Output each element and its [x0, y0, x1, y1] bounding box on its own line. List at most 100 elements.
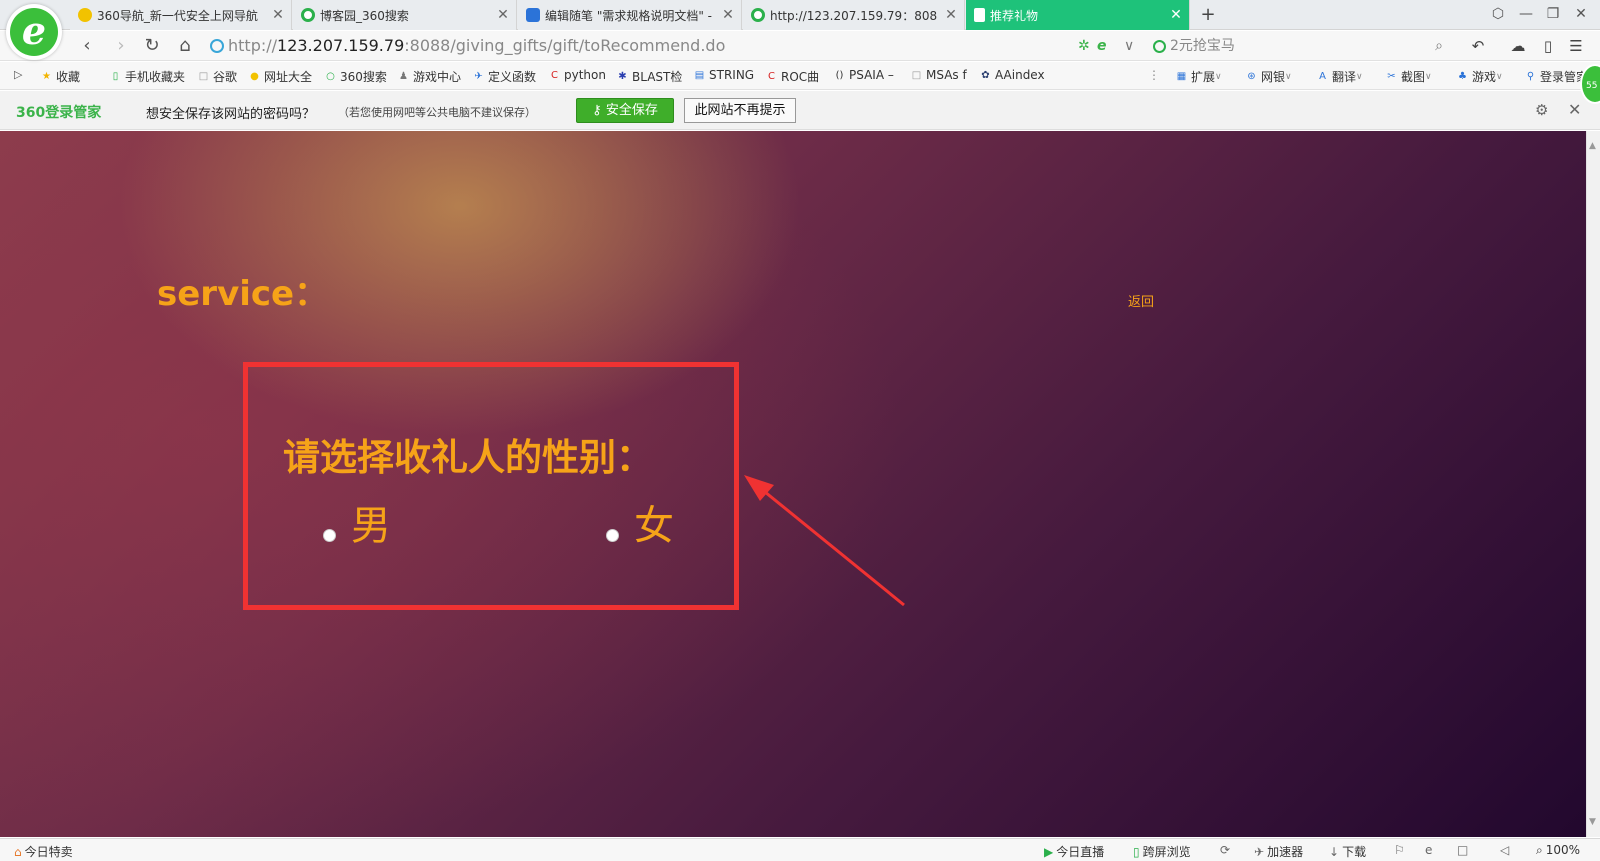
undo-close-tab-icon[interactable]: ↶: [1468, 37, 1488, 55]
bookmark-item[interactable]: ♟ 游戏中心: [397, 68, 461, 85]
minimize-button[interactable]: —: [1516, 6, 1536, 22]
statusbar-item[interactable]: ◁: [1500, 843, 1512, 857]
search-icon[interactable]: ⌕: [1435, 35, 1443, 57]
url-input[interactable]: http://123.207.159.79:8088/giving_gifts/…: [210, 35, 1090, 57]
statusbar-item[interactable]: ⚐: [1394, 843, 1408, 857]
bookmark-item[interactable]: □ MSAs f: [910, 68, 967, 82]
cloud-sync-icon[interactable]: ☁: [1508, 37, 1528, 55]
page-icon: [974, 8, 985, 22]
scroll-down-icon[interactable]: ▼: [1589, 817, 1596, 827]
gear-icon[interactable]: ⚙: [1535, 101, 1548, 119]
bookmark-item[interactable]: ✈ 定义函数: [472, 68, 536, 85]
ie-mode-icon[interactable]: e: [1097, 38, 1107, 54]
tab-close-icon[interactable]: ✕: [271, 7, 285, 23]
statusbar-item[interactable]: ⟳: [1220, 843, 1233, 857]
annotation-highlight-box: [243, 362, 739, 610]
forward-button[interactable]: ›: [110, 35, 132, 57]
key-icon: ⚷: [592, 103, 606, 118]
bookmark-item[interactable]: ✱ BLAST检: [616, 68, 682, 85]
new-tab-button[interactable]: +: [1198, 4, 1218, 25]
back-link[interactable]: 返回: [1128, 291, 1154, 310]
bookmark-icon: ✱: [618, 71, 627, 82]
site-info-icon[interactable]: [210, 39, 224, 53]
bookmark-icon: ✿: [981, 69, 990, 81]
toolbar-tool-item[interactable]: A 翻译 ∨: [1316, 68, 1363, 85]
address-bar: ‹ › ↻ ⌂ http://123.207.159.79:8088/givin…: [0, 31, 1600, 61]
bookmarks-more-icon[interactable]: ⋮: [1148, 68, 1160, 82]
close-icon[interactable]: ✕: [1568, 100, 1581, 119]
address-dropdown-icon[interactable]: ∨: [1124, 38, 1134, 54]
bookmark-item[interactable]: () PSAIA –: [833, 68, 894, 82]
menu-icon[interactable]: ☰: [1566, 37, 1586, 55]
bookmark-item[interactable]: ✿ AAindex: [979, 68, 1044, 82]
tab-close-icon[interactable]: ✕: [496, 7, 510, 23]
safe-save-button[interactable]: ⚷ 安全保存: [576, 98, 674, 123]
toolbar-tool-item[interactable]: ▦ 扩展 ∨: [1175, 68, 1222, 85]
bookmark-item[interactable]: Cpython: [548, 68, 606, 82]
toolbar-tool-item[interactable]: ♣ 游戏 ∨: [1456, 68, 1503, 85]
safe-save-label: 安全保存: [605, 103, 658, 118]
tab-giving-gifts[interactable]: http://123.207.159.79：8088/giving ✕: [743, 0, 965, 30]
statusbar-icon: ◁: [1500, 843, 1510, 857]
today-deals-link[interactable]: ⌂ 今日特卖: [14, 843, 73, 860]
tab-360-nav[interactable]: 360导航_新一代安全上网导航 ✕: [70, 0, 292, 30]
statusbar-item[interactable]: ▶ 今日直播: [1044, 843, 1104, 860]
statusbar-item[interactable]: e: [1425, 843, 1435, 857]
toolbar-tool-item[interactable]: ⚲ 登录管家: [1524, 68, 1588, 85]
tab-edit-post[interactable]: 编辑随笔 "需求规格说明文档" - 博 ✕: [518, 0, 742, 30]
tool-icon: A: [1319, 71, 1326, 82]
phone-icon[interactable]: ▯: [1538, 37, 1558, 55]
tab-title: 编辑随笔 "需求规格说明文档" - 博: [545, 8, 715, 23]
security-shield-icon[interactable]: ✲: [1078, 38, 1090, 54]
tab-recommend-gifts[interactable]: 推荐礼物 ✕: [966, 0, 1190, 30]
label-female: 女: [634, 503, 674, 549]
tool-icon: ▦: [1176, 71, 1187, 82]
bookmark-icon: ✈: [474, 71, 483, 82]
back-button[interactable]: ‹: [76, 35, 98, 57]
statusbar-item[interactable]: ↓ 下载: [1329, 843, 1366, 860]
statusbar-item[interactable]: ▯ 跨屏浏览: [1133, 843, 1191, 860]
radio-female[interactable]: [606, 529, 619, 542]
close-window-button[interactable]: ✕: [1571, 6, 1591, 22]
bookmark-label: ROC曲: [781, 70, 820, 84]
tab-close-icon[interactable]: ✕: [944, 7, 958, 23]
reload-button[interactable]: ↻: [141, 35, 163, 57]
bookmark-item[interactable]: ● 网址大全: [248, 68, 312, 85]
bookmark-icon: ▯: [112, 71, 119, 82]
bookmark-label: 收藏: [56, 70, 81, 84]
tab-title: http://123.207.159.79：8088/giving: [770, 8, 938, 23]
search-input[interactable]: 2元抢宝马 ⌕: [1153, 35, 1443, 57]
statusbar-item[interactable]: ✈ 加速器: [1254, 843, 1303, 860]
bookmark-icon: C: [768, 71, 775, 82]
bookmark-item[interactable]: □ 谷歌: [197, 68, 237, 85]
tab-cnblogs-search[interactable]: 博客园_360搜索 ✕: [293, 0, 517, 30]
statusbar-item[interactable]: □: [1457, 843, 1471, 857]
radio-male[interactable]: [323, 529, 336, 542]
scroll-up-icon[interactable]: ▲: [1589, 141, 1596, 151]
tab-title: 推荐礼物: [990, 8, 1039, 23]
home-button[interactable]: ⌂: [174, 35, 196, 57]
browser-logo-icon[interactable]: e: [6, 4, 62, 60]
bookmark-item[interactable]: ○ 360搜索: [324, 68, 387, 85]
zoom-level[interactable]: ⌕ 100%: [1536, 843, 1580, 858]
bookmark-icon: ○: [326, 71, 335, 82]
toolbar-tool-item[interactable]: ⊛ 网银 ∨: [1245, 68, 1291, 85]
sidebar-toggle-icon[interactable]: ▷: [14, 68, 22, 81]
tab-close-icon[interactable]: ✕: [1169, 7, 1183, 23]
bookmark-label: 定义函数: [488, 70, 537, 84]
skin-icon[interactable]: ⬡: [1488, 6, 1508, 22]
bookmark-item[interactable]: ▯ 手机收藏夹: [109, 68, 185, 85]
vertical-scrollbar[interactable]: ▲ ▼: [1586, 131, 1600, 837]
toolbar-tool-item[interactable]: ✂ 截图 ∨: [1385, 68, 1432, 85]
restore-button[interactable]: ❐: [1543, 6, 1563, 22]
never-for-site-button[interactable]: 此网站不再提示: [684, 98, 796, 123]
tab-close-icon[interactable]: ✕: [721, 7, 735, 23]
bookmark-label: 谷歌: [213, 70, 238, 84]
chevron-down-icon: ∨: [1425, 71, 1432, 82]
bookmark-item[interactable]: ▤ STRING: [693, 68, 754, 82]
bookmark-icon: (): [835, 69, 844, 81]
bookmark-item[interactable]: C ROC曲: [765, 68, 819, 85]
bookmark-icon: □: [911, 69, 922, 81]
bookmark-item[interactable]: ★ 收藏: [40, 68, 80, 85]
tab-title: 360导航_新一代安全上网导航: [97, 8, 258, 23]
